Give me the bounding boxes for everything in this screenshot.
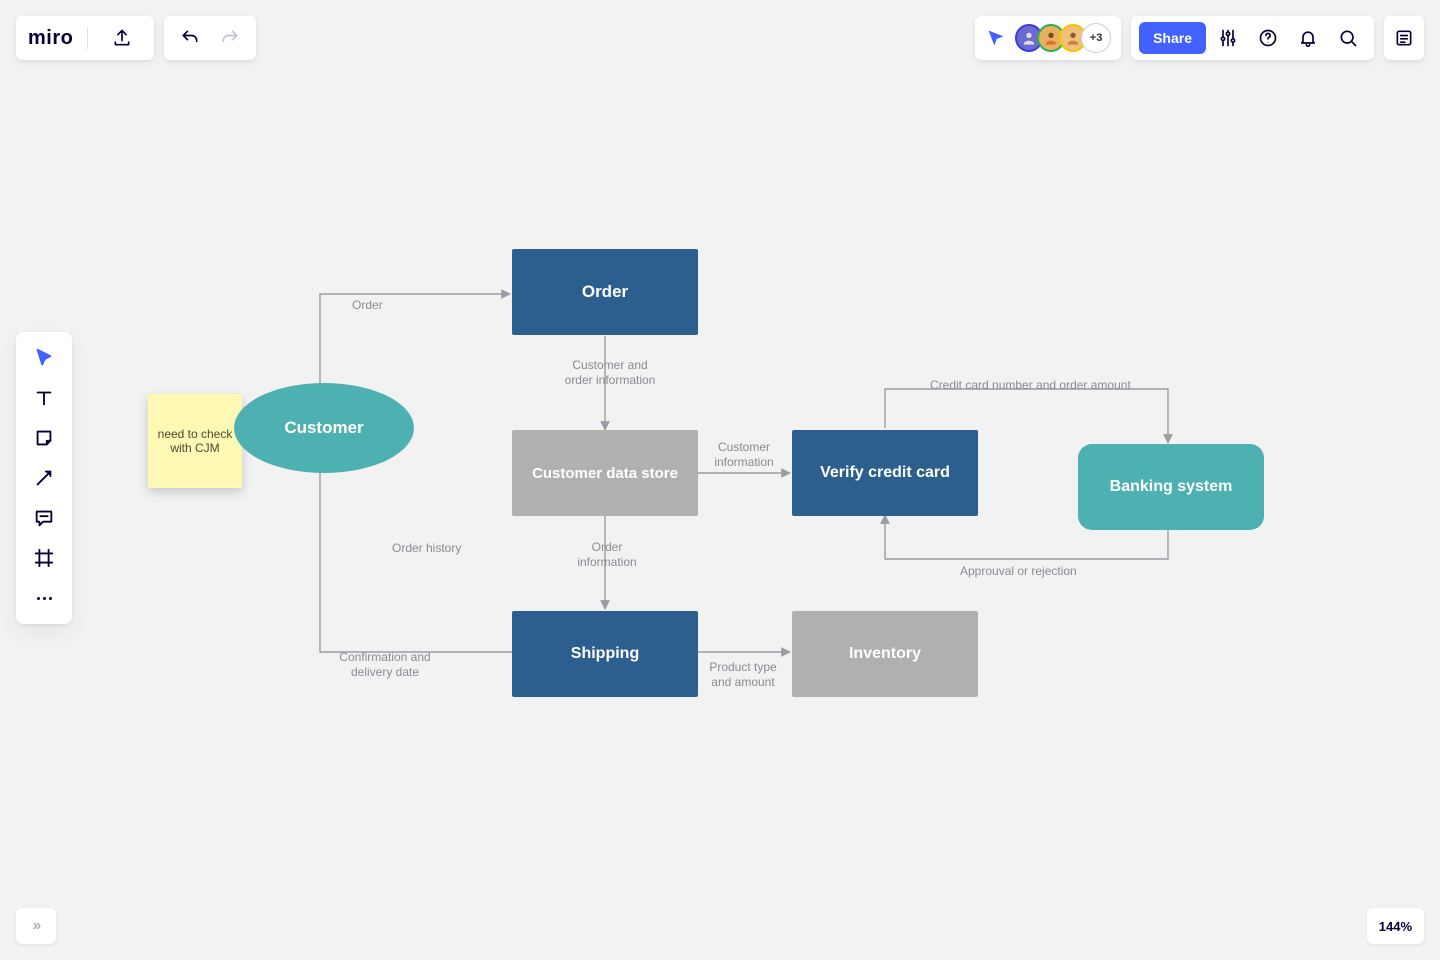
node-label: Inventory: [849, 645, 921, 663]
node-inventory[interactable]: Inventory: [792, 611, 978, 697]
edge-label: Order: [352, 298, 383, 313]
node-label: Shipping: [571, 645, 639, 663]
edge-label: Order information: [572, 540, 642, 570]
edge-label: Order history: [392, 541, 461, 556]
node-verify-credit-card[interactable]: Verify credit card: [792, 430, 978, 516]
node-label: Order: [582, 282, 628, 302]
node-customer[interactable]: Customer: [234, 383, 414, 473]
edge-label: Credit card number and order amount: [930, 378, 1131, 393]
edge-label: Customer and order information: [560, 358, 660, 388]
edge-label: Customer information: [704, 440, 784, 470]
node-label: Customer: [284, 418, 363, 438]
node-shipping[interactable]: Shipping: [512, 611, 698, 697]
node-customer-data-store[interactable]: Customer data store: [512, 430, 698, 516]
node-banking-system[interactable]: Banking system: [1078, 444, 1264, 530]
canvas[interactable]: need to check with CJM Customer Order Cu…: [0, 0, 1440, 960]
sticky-note[interactable]: need to check with CJM: [148, 394, 242, 488]
edge-label: Product type and amount: [703, 660, 783, 690]
node-order[interactable]: Order: [512, 249, 698, 335]
node-label: Banking system: [1110, 478, 1233, 496]
node-label: Customer data store: [532, 465, 678, 482]
node-label: Verify credit card: [820, 464, 950, 482]
edge-label: Approuval or rejection: [960, 564, 1077, 579]
edge-label: Confirmation and delivery date: [330, 650, 440, 680]
sticky-text: need to check with CJM: [154, 427, 236, 455]
